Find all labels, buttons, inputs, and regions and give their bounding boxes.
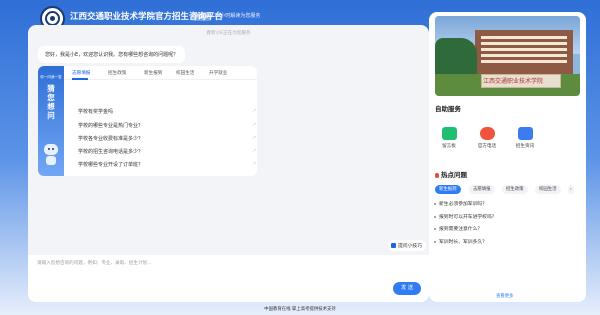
arrow-icon: ↗ — [252, 122, 257, 128]
arrow-icon: ↗ — [252, 148, 257, 154]
faq-tab-career[interactable]: 升学就业 — [209, 70, 227, 76]
question-tips-button[interactable]: 提问小技巧 — [388, 240, 426, 251]
service-label: 招生资讯 — [515, 144, 535, 149]
banner-title: 猜您想问 — [47, 84, 55, 120]
service-notice: 春新小E正在为您服务 — [206, 31, 251, 36]
footer-credit: 中国教育在线 掌上高考提供技术支持 — [264, 307, 336, 312]
hot-tab-volunteer[interactable]: 志愿填报 — [469, 185, 495, 194]
hot-question[interactable]: 新生必须参加军训吗？ — [439, 200, 487, 207]
faq-question[interactable]: 学校哪些专业开设了订单班？ — [78, 161, 143, 168]
message-board-button[interactable]: 留言板 — [437, 127, 461, 149]
campus-sign: 江西交通职业技术学院 — [483, 78, 544, 85]
hot-tabs-scroll-right-icon[interactable]: › — [568, 185, 574, 194]
bullet-icon — [434, 228, 436, 230]
beta-badge: 测试版 — [191, 12, 213, 21]
message-board-icon — [441, 127, 457, 140]
tips-icon — [391, 243, 396, 248]
hot-questions-title: 热点问题 — [441, 171, 467, 179]
active-tab-indicator — [72, 78, 88, 80]
hot-question[interactable]: 报到需要注意什么？ — [439, 225, 482, 232]
hot-tab-enrollment[interactable]: 新生报到 — [435, 185, 461, 194]
faq-tabs: 志愿填报 招生政策 新生报到 校园生活 升学就业 — [64, 66, 257, 80]
fire-icon — [435, 172, 439, 178]
service-label: 留言板 — [442, 144, 456, 149]
message-input-placeholder[interactable]: 请输入您想咨询的问题，例如：专业、录取、招生计划... — [37, 260, 152, 266]
bullet-icon — [434, 241, 436, 243]
hot-question[interactable]: 军训时长、军训多久？ — [439, 238, 487, 245]
view-more-link[interactable]: 查看更多 — [496, 293, 514, 299]
faq-question[interactable]: 学校有奖学金吗 — [78, 108, 113, 115]
news-icon — [517, 127, 533, 140]
faq-question[interactable]: 学校的哪些专业是热门专业？ — [78, 122, 143, 129]
send-button[interactable]: 发 送 — [393, 282, 421, 295]
faq-tab-policy[interactable]: 招生政策 — [108, 70, 126, 76]
services-title: 自助服务 — [435, 105, 461, 113]
hot-tab-policy[interactable]: 招生政策 — [502, 185, 528, 194]
faq-tab-volunteer[interactable]: 志愿填报 — [72, 70, 90, 76]
hot-questions-heading: 热点问题 — [435, 169, 467, 179]
faq-banner: 你一问我一答 猜您想问 — [38, 66, 64, 176]
side-panel: 江西交通职业技术学院 自助服务 留言板 官方电话 招生资讯 热点问题 新生报到 … — [429, 12, 586, 302]
hot-question[interactable]: 报到时可以开车进学校吗？ — [439, 213, 497, 220]
admission-news-button[interactable]: 招生资讯 — [513, 127, 537, 149]
greeting-bubble: 您好，我是小E，欢迎您认识我。您有哪些想咨询的问题呢？ — [38, 46, 186, 63]
service-label: 官方电话 — [477, 144, 497, 149]
faq-question[interactable]: 学校的招生咨询电话是多少？ — [78, 148, 143, 155]
hot-tab-campus[interactable]: 校园生活 — [535, 185, 561, 194]
bullet-icon — [434, 216, 436, 218]
arrow-icon: ↗ — [252, 161, 257, 167]
faq-card: 你一问我一答 猜您想问 志愿填报 招生政策 新生报到 校园生活 升学就业 学校有… — [38, 66, 257, 176]
service-slogan: 24小时解读为您服务 — [214, 13, 261, 19]
robot-mascot-icon — [42, 144, 60, 166]
chat-panel: 春新小E正在为您服务 您好，我是小E，欢迎您认识我。您有哪些想咨询的问题呢？ 你… — [28, 25, 429, 302]
arrow-icon: ↗ — [252, 135, 257, 141]
faq-tab-enrollment[interactable]: 新生报到 — [144, 70, 162, 76]
tips-label: 提问小技巧 — [398, 244, 422, 249]
banner-subtitle: 你一问我一答 — [40, 75, 62, 79]
bullet-icon — [434, 203, 436, 205]
official-phone-button[interactable]: 官方电话 — [475, 127, 499, 149]
campus-photo: 江西交通职业技术学院 — [435, 16, 580, 96]
arrow-icon: ↗ — [252, 108, 257, 114]
message-input-area[interactable]: 请输入您想咨询的问题，例如：专业、录取、招生计划... 发 送 — [28, 255, 429, 302]
phone-icon — [479, 127, 495, 140]
faq-question[interactable]: 学校各专业收费标准是多少？ — [78, 135, 143, 142]
faq-tab-campus[interactable]: 校园生活 — [176, 70, 194, 76]
